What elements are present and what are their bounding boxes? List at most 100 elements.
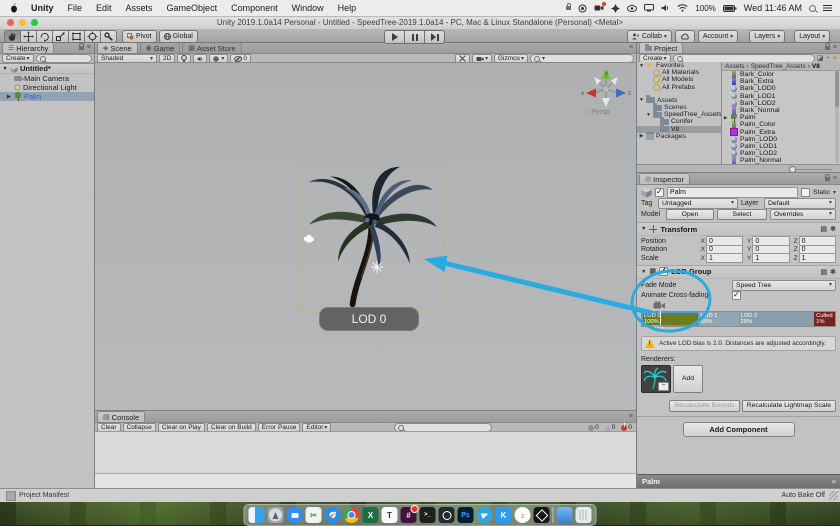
fold-arrow-icon[interactable]: ▼ — [641, 269, 646, 275]
expand-arrow-icon[interactable]: ▶ — [6, 94, 12, 100]
menu-unity[interactable]: Unity — [24, 0, 61, 16]
screen-record-icon[interactable] — [578, 4, 587, 13]
rect-tool-button[interactable] — [68, 30, 84, 43]
project-scrollbar[interactable] — [835, 71, 839, 163]
dock-dev-icon[interactable] — [439, 507, 455, 523]
project-file-palm[interactable]: ▶Palm — [722, 114, 840, 121]
console-log-list[interactable] — [95, 431, 636, 473]
lod-segment-culled[interactable]: Culled1% — [814, 312, 835, 326]
lod-segment-lod-2[interactable]: LOD 225% — [739, 312, 815, 326]
move-tool-button[interactable] — [20, 30, 36, 43]
panel-menu-icon[interactable]: ≡ — [87, 44, 91, 51]
pause-button[interactable] — [404, 30, 424, 44]
project-tree-all-models[interactable]: All Models — [637, 76, 721, 83]
menu-gameobject[interactable]: GameObject — [160, 0, 225, 16]
collab-dropdown[interactable]: Collab▾ — [627, 30, 672, 43]
project-file-palm-lod0[interactable]: Palm_LOD0 — [722, 136, 840, 143]
dock-messages-icon[interactable] — [477, 507, 493, 523]
transform-scale-x-field[interactable]: 1 — [706, 253, 743, 263]
dock-trash-icon[interactable] — [576, 507, 592, 523]
gear-icon[interactable]: ✱ — [830, 225, 836, 233]
perspective-label[interactable]: ‹ Persp — [587, 109, 610, 116]
tab-inspector[interactable]: ◎Inspector — [639, 173, 690, 184]
preset-icon[interactable]: ▤ — [821, 225, 828, 233]
resize-grip[interactable] — [829, 491, 838, 500]
recalculate-lightmap-scale-button[interactable]: Recalculate Lightmap Scale — [742, 400, 836, 412]
dock-slack-icon[interactable] — [401, 507, 417, 523]
project-tree-all-prefabs[interactable]: All Prefabs — [637, 84, 721, 91]
animate-crossfading-checkbox[interactable] — [732, 291, 741, 300]
transform-tool-button[interactable] — [84, 30, 100, 43]
global-toggle-button[interactable]: Global — [159, 30, 198, 43]
favorites-star-icon[interactable]: ★ — [832, 55, 838, 62]
battery-icon[interactable] — [723, 5, 737, 12]
model-select-button[interactable]: Select — [717, 209, 767, 220]
layer-dropdown[interactable]: Default▾ — [764, 198, 836, 209]
dock-unity-icon[interactable] — [534, 507, 550, 523]
scene-viewport[interactable]: LOD 0 y x z ‹ Persp — [95, 62, 636, 411]
panel-menu-icon[interactable]: ≡ — [833, 175, 837, 182]
dock-safari-icon[interactable] — [325, 507, 341, 523]
play-button[interactable] — [384, 30, 404, 44]
menu-assets[interactable]: Assets — [119, 0, 160, 16]
dock-excel-icon[interactable] — [363, 507, 379, 523]
dock-music-icon[interactable] — [515, 507, 531, 523]
project-file-bark-lod1[interactable]: Bark_LOD1 — [722, 93, 840, 100]
overrides-dropdown[interactable]: Overrides▾ — [770, 209, 836, 220]
gear-icon[interactable]: ✱ — [830, 268, 836, 276]
view-hand-tool-button[interactable] — [4, 30, 20, 43]
hierarchy-item-palm[interactable]: ▶Palm — [0, 92, 94, 101]
expand-arrow-icon[interactable]: ▼ — [2, 66, 8, 72]
fade-mode-dropdown[interactable]: Speed Tree▾ — [732, 280, 836, 291]
project-file-bark-extra[interactable]: Bark_Extra — [722, 78, 840, 85]
layers-dropdown[interactable]: Layers▾ — [749, 30, 785, 43]
search-by-label-icon[interactable]: ◔ — [825, 55, 829, 62]
tab-scene[interactable]: ◈Scene — [97, 42, 138, 53]
tab-console[interactable]: ▤Console — [97, 411, 145, 422]
menu-help[interactable]: Help — [331, 0, 364, 16]
menubar-clock[interactable]: Wed 11:46 AM — [744, 3, 802, 13]
tab-project[interactable]: Project — [639, 42, 683, 53]
project-tree-favorites[interactable]: ▼★Favorites — [637, 62, 721, 69]
menu-edit[interactable]: Edit — [89, 0, 119, 16]
project-tree-all-materials[interactable]: All Materials — [637, 69, 721, 76]
camera-app-icon[interactable] — [594, 4, 604, 12]
tab-hierarchy[interactable]: ☰ Hierarchy — [2, 42, 54, 53]
auto-bake-status[interactable]: Auto Bake Off — [782, 492, 825, 499]
utility-app-icon[interactable] — [611, 4, 620, 13]
transform-scale-z-field[interactable]: 1 — [799, 253, 836, 263]
preview-drag-handle-icon[interactable]: ≡ — [832, 477, 836, 486]
dock-keynote-icon[interactable] — [496, 507, 512, 523]
console-info-badge[interactable]: 0 — [586, 424, 601, 431]
dock-photoshop-icon[interactable] — [458, 507, 474, 523]
project-file-palm-color[interactable]: Palm_Color — [722, 121, 840, 128]
menu-file[interactable]: File — [61, 0, 90, 16]
lod-camera-icon[interactable] — [653, 301, 666, 310]
gameobject-active-checkbox[interactable] — [655, 188, 664, 197]
project-tree-speedtree-assets[interactable]: ▼SpeedTree_Assets — [637, 111, 721, 118]
lod-group-component-header[interactable]: ▼ ▦ LOD Group ▤✱ — [637, 265, 840, 279]
keychain-lock-icon[interactable] — [566, 6, 571, 10]
hierarchy-item-main-camera[interactable]: Main Camera — [0, 74, 94, 83]
expand-arrow-icon[interactable]: ▼ — [639, 97, 644, 103]
add-renderer-button[interactable]: Add — [673, 365, 703, 393]
menu-component[interactable]: Component — [224, 0, 285, 16]
project-file-palm-extra[interactable]: Palm_Extra — [722, 129, 840, 136]
recalculate-bounds-button[interactable]: Recalculate Bounds — [669, 400, 739, 412]
dock-launchpad-icon[interactable] — [268, 507, 284, 523]
rotate-tool-button[interactable] — [36, 30, 52, 43]
menu-window[interactable]: Window — [285, 0, 331, 16]
display-mirroring-icon[interactable] — [644, 4, 654, 12]
gameobject-name-field[interactable]: Palm — [667, 187, 798, 198]
remove-renderer-button[interactable]: − — [658, 382, 669, 391]
dock-zoom-icon[interactable] — [287, 507, 303, 523]
project-tree-assets[interactable]: ▼Assets — [637, 97, 721, 104]
volume-icon[interactable] — [661, 4, 670, 12]
dock-finder-icon[interactable] — [249, 507, 265, 523]
project-file-bark-lod2[interactable]: Bark_LOD2 — [722, 100, 840, 107]
scale-tool-button[interactable] — [52, 30, 68, 43]
fold-arrow-icon[interactable]: ▼ — [641, 226, 646, 232]
expand-arrow-icon[interactable]: ▼ — [646, 112, 651, 118]
breadcrumb-speedtree-assets[interactable]: SpeedTree_Assets — [751, 63, 806, 70]
layout-dropdown[interactable]: Layout▾ — [794, 30, 830, 43]
